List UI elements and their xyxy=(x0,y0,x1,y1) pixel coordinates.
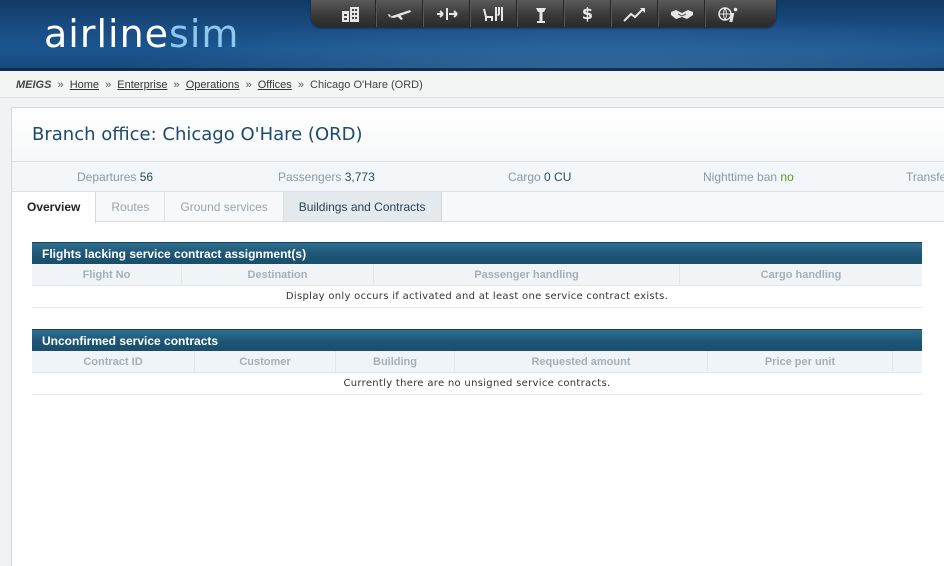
column-header-flight-no[interactable]: Flight No xyxy=(32,264,182,285)
route-icon xyxy=(436,7,458,20)
nav-info-button[interactable] xyxy=(705,0,752,27)
breadcrumb-home-link[interactable]: Home xyxy=(70,79,99,91)
column-header-contract-id[interactable]: Contract ID xyxy=(32,351,195,372)
tab-routes[interactable]: Routes xyxy=(96,192,166,221)
breadcrumb-root: MEIGS xyxy=(16,79,52,91)
stat-departures-value: 56 xyxy=(139,170,154,184)
nav-services-button[interactable] xyxy=(470,0,517,27)
stat-cargo-label: Cargo xyxy=(508,170,541,184)
empty-message: Currently there are no unsigned service … xyxy=(32,373,922,395)
breadcrumb-offices-link[interactable]: Offices xyxy=(258,79,292,91)
nav-fleet-button[interactable] xyxy=(376,0,423,27)
section-title: Unconfirmed service contracts xyxy=(32,329,922,351)
chart-icon xyxy=(622,7,645,22)
column-header-cargo-handling[interactable]: Cargo handling xyxy=(680,264,922,285)
flights-lacking-contracts-section: Flights lacking service contract assignm… xyxy=(32,242,922,308)
column-header-building[interactable]: Building xyxy=(336,351,455,372)
column-header-price-per-unit[interactable]: Price per unit xyxy=(708,351,893,372)
tab-ground-services[interactable]: Ground services xyxy=(165,192,284,221)
stat-passengers-label: Passengers xyxy=(278,170,342,184)
breadcrumb: MEIGS » Home » Enterprise » Operations »… xyxy=(0,71,944,98)
main-nav: $ xyxy=(311,0,776,27)
stat-transfers: Transfers xyxy=(906,162,944,192)
logo-accent: sim xyxy=(169,12,240,56)
breadcrumb-separator: » xyxy=(105,79,112,91)
stat-nighttime-value: no xyxy=(780,170,794,184)
airplane-icon xyxy=(387,9,411,20)
breadcrumb-separator: » xyxy=(297,79,304,91)
breadcrumb-separator: » xyxy=(245,79,252,91)
empty-message: Display only occurs if activated and at … xyxy=(32,286,922,308)
column-header-requested-amount[interactable]: Requested amount xyxy=(455,351,708,372)
logo-main: airline xyxy=(44,12,170,56)
stat-transfers-label: Transfers xyxy=(906,170,944,184)
tab-buildings-and-contracts[interactable]: Buildings and Contracts xyxy=(283,192,442,221)
unconfirmed-contracts-section: Unconfirmed service contracts Contract I… xyxy=(32,329,922,395)
nav-airports-button[interactable] xyxy=(517,0,564,27)
handshake-icon xyxy=(670,9,693,19)
dollar-icon: $ xyxy=(581,4,594,23)
column-header-actions xyxy=(893,351,922,372)
stat-departures-label: Departures xyxy=(77,170,137,184)
nav-alliances-button[interactable] xyxy=(658,0,705,27)
breadcrumb-operations-link[interactable]: Operations xyxy=(186,79,240,91)
breadcrumb-separator: » xyxy=(57,79,64,91)
column-header-customer[interactable]: Customer xyxy=(195,351,336,372)
stat-cargo-value: 0 CU xyxy=(544,170,572,184)
column-header-destination[interactable]: Destination xyxy=(182,264,374,285)
nav-offices-button[interactable] xyxy=(329,0,376,27)
nav-statistics-button[interactable] xyxy=(611,0,658,27)
main-panel: Branch office: Chicago O'Hare (ORD) Depa… xyxy=(11,107,944,566)
buildings-icon xyxy=(342,6,359,22)
stat-nighttime-label: Nighttime ban xyxy=(703,170,778,184)
table-header: Contract ID Customer Building Requested … xyxy=(32,351,922,373)
section-title: Flights lacking service contract assignm… xyxy=(32,242,922,264)
breadcrumb-current: Chicago O'Hare (ORD) xyxy=(310,79,423,91)
info-icon xyxy=(718,6,738,22)
stat-passengers: Passengers 3,773 xyxy=(278,162,375,192)
stat-cargo: Cargo 0 CU xyxy=(508,162,571,192)
page-title: Branch office: Chicago O'Hare (ORD) xyxy=(32,124,363,145)
header: airlinesim $ xyxy=(0,0,944,71)
logo[interactable]: airlinesim xyxy=(44,12,239,56)
nav-routes-button[interactable] xyxy=(423,0,470,27)
table-header: Flight No Destination Passenger handling… xyxy=(32,264,922,286)
breadcrumb-separator: » xyxy=(173,79,180,91)
title-bar: Branch office: Chicago O'Hare (ORD) xyxy=(12,108,944,162)
service-icon xyxy=(482,6,503,21)
breadcrumb-enterprise-link[interactable]: Enterprise xyxy=(117,79,167,91)
stat-departures: Departures 56 xyxy=(77,162,153,192)
stat-passengers-value: 3,773 xyxy=(344,170,375,184)
nav-finance-button[interactable]: $ xyxy=(564,0,611,27)
tab-bar: Overview Routes Ground services Building… xyxy=(12,192,944,223)
stat-nighttime-ban: Nighttime ban no xyxy=(703,162,794,192)
column-header-passenger-handling[interactable]: Passenger handling xyxy=(374,264,680,285)
stats-bar: Departures 56 Passengers 3,773 Cargo 0 C… xyxy=(12,162,944,192)
tab-overview[interactable]: Overview xyxy=(12,192,97,223)
tower-icon xyxy=(535,7,546,23)
